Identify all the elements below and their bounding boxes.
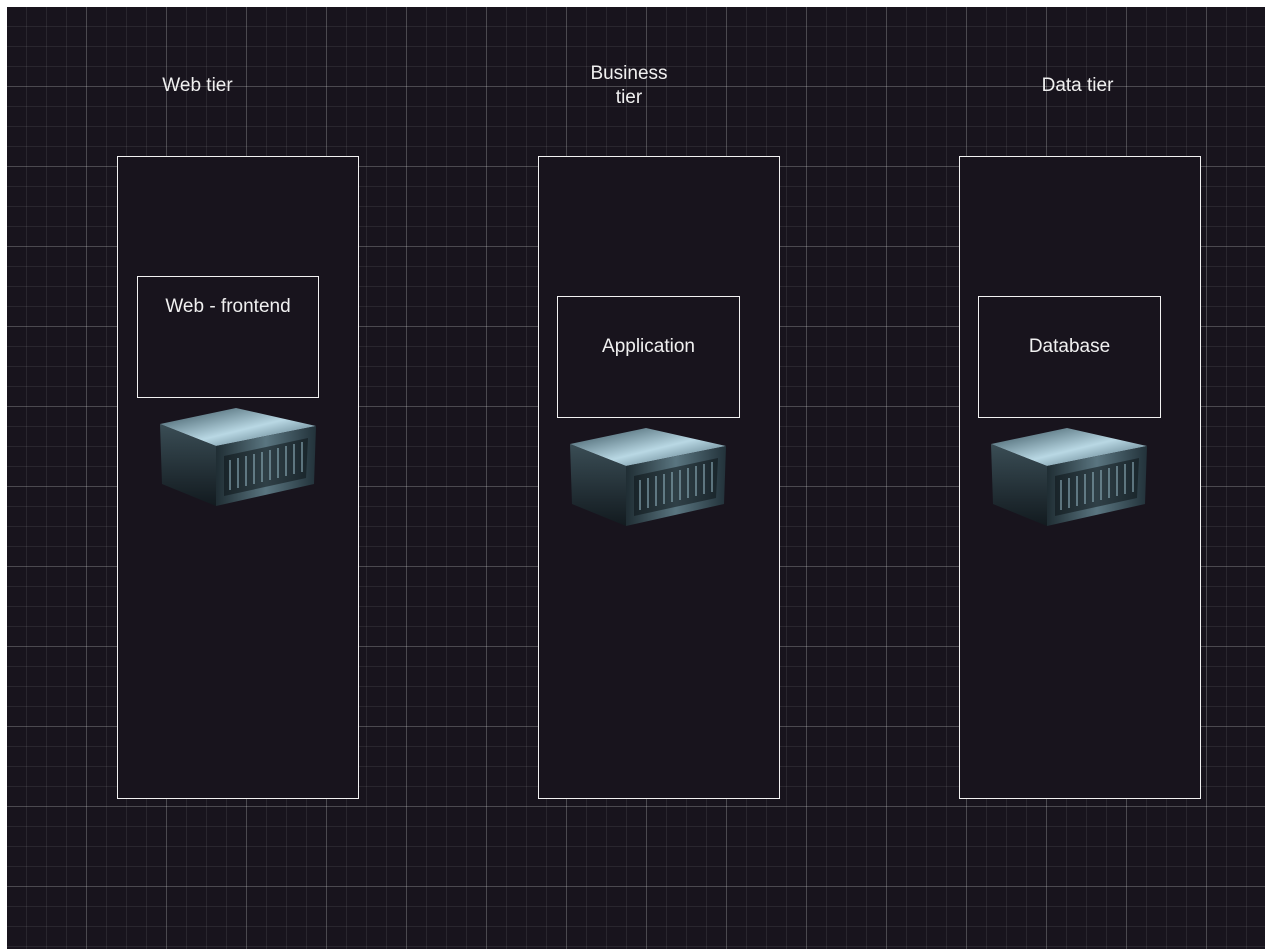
server-icon[interactable] [568,422,728,532]
tier-label-data[interactable]: Data tier [1000,74,1155,98]
component-application[interactable]: Application [557,296,740,418]
diagram-canvas: Web tier Business tier Data tier Web - f… [7,7,1265,949]
component-application-label: Application [602,336,695,357]
component-database[interactable]: Database [978,296,1161,418]
tier-label-web[interactable]: Web tier [120,74,275,98]
server-icon[interactable] [158,402,318,512]
component-web-frontend-label: Web - frontend [165,296,291,317]
component-database-label: Database [1028,336,1111,357]
tier-label-business[interactable]: Business tier [579,62,679,110]
server-icon[interactable] [989,422,1149,532]
component-web-frontend[interactable]: Web - frontend [137,276,319,398]
